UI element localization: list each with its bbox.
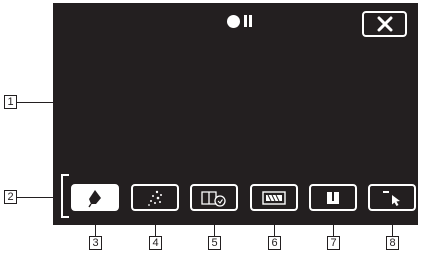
toolbar-bracket <box>61 174 69 218</box>
camera-screen <box>53 3 418 225</box>
callout-3-leader <box>95 214 96 236</box>
book-timer-button[interactable] <box>190 184 238 211</box>
callout-8-leader <box>392 214 393 236</box>
pause-icon <box>327 191 339 204</box>
callout-5: 5 <box>208 236 221 250</box>
callout-1: 1 <box>4 95 17 109</box>
minimize-button[interactable] <box>368 184 416 211</box>
pen-button[interactable] <box>71 184 119 211</box>
close-button[interactable] <box>362 11 407 37</box>
pause-bars <box>244 15 252 27</box>
sparkle-stamp-icon <box>148 190 162 206</box>
callout-8: 8 <box>386 236 399 250</box>
minimize-arrow-icon <box>383 190 400 206</box>
callout-5-leader <box>214 214 215 236</box>
eraser-button[interactable] <box>250 184 298 211</box>
eraser-icon <box>262 190 286 205</box>
callout-6-leader <box>274 214 275 236</box>
callout-4-leader <box>155 214 156 236</box>
sparkle-stamp-button[interactable] <box>131 184 179 211</box>
pen-icon <box>88 189 101 207</box>
callout-7-leader <box>333 214 334 236</box>
close-icon <box>377 16 392 32</box>
callout-6: 6 <box>268 236 281 250</box>
callout-4: 4 <box>149 236 162 250</box>
callout-7: 7 <box>327 236 340 250</box>
pause-button[interactable] <box>309 184 357 211</box>
callout-3: 3 <box>89 236 102 250</box>
record-dot <box>227 14 240 28</box>
callout-2: 2 <box>4 190 17 204</box>
record-pause-indicator-icon <box>227 14 252 28</box>
book-timer-icon <box>201 190 226 207</box>
